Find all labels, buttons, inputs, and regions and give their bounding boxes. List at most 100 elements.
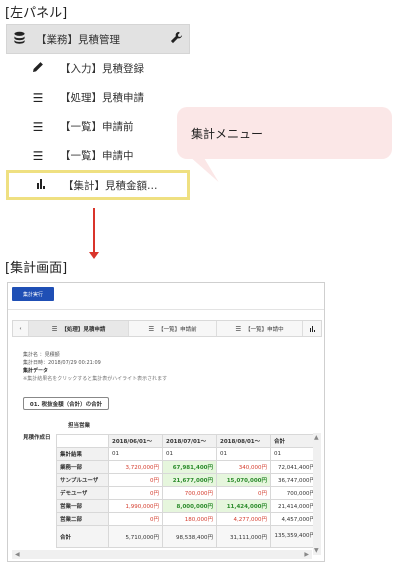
chevron-left-icon: ‹ bbox=[19, 325, 22, 332]
menu-item-label: 【集計】見積金額… bbox=[63, 179, 158, 192]
table-row: サンプルユーザ 0円 21,677,000円 15,070,000円 36,74… bbox=[56, 473, 319, 487]
toolbar-divider bbox=[8, 309, 324, 310]
tab-list-during[interactable]: ☰ 【一覧】申請中 bbox=[217, 321, 303, 336]
menu-item-input[interactable]: 【入力】見積登録 bbox=[6, 54, 190, 83]
table-cell[interactable]: 135,359,400円 bbox=[270, 525, 319, 548]
tab-label: 【一覧】申請中 bbox=[245, 326, 284, 333]
list-icon: ☰ bbox=[32, 119, 44, 134]
table-cell: 01 bbox=[108, 447, 163, 461]
scroll-right-icon[interactable]: ▶ bbox=[304, 551, 309, 558]
menu-item-label: 【一覧】申請前 bbox=[60, 121, 134, 133]
panel-header-label: 【業務】見積管理 bbox=[36, 33, 120, 46]
table-cell[interactable]: 5,710,000円 bbox=[108, 525, 163, 548]
table-cell[interactable]: 4,457,000円 bbox=[270, 512, 319, 526]
list-icon: ☰ bbox=[51, 324, 58, 333]
run-aggregation-button[interactable]: 集計実行 bbox=[12, 287, 54, 301]
summary-hint: ※集計結果名をクリックすると集計表がハイライト表示されます bbox=[23, 376, 168, 382]
summary-table: 2018/06/01〜 2018/07/01〜 2018/08/01〜 合計 集… bbox=[56, 434, 319, 548]
summary-name: 集計名 ：見積額 bbox=[23, 352, 60, 358]
table-cell[interactable]: 700,000円 bbox=[270, 486, 319, 500]
table-cell[interactable]: 0円 bbox=[108, 512, 163, 526]
table-cell: 01 bbox=[270, 447, 319, 461]
tab-list-before[interactable]: ☰ 【一覧】申請前 bbox=[129, 321, 217, 336]
table-cell[interactable]: 67,981,400円 bbox=[162, 460, 217, 474]
row-header[interactable]: デモユーザ bbox=[56, 486, 109, 500]
tab-summary[interactable] bbox=[303, 321, 321, 336]
list-icon: ☰ bbox=[32, 90, 44, 105]
menu-item-label: 【入力】見積登録 bbox=[60, 63, 144, 75]
summary-date: 集計日時：2018/07/29 00:21:09 bbox=[23, 360, 101, 366]
scroll-up-icon[interactable]: ▲ bbox=[314, 434, 319, 441]
table-cell[interactable]: 1,990,000円 bbox=[108, 499, 163, 513]
aggregate-result-button[interactable]: 01. 税抜金額（合計）の合計 bbox=[23, 397, 109, 410]
menu-item-list-before[interactable]: ☰ 【一覧】申請前 bbox=[6, 112, 190, 141]
department-axis-header: 担当営業 bbox=[68, 423, 91, 429]
table-cell[interactable]: 11,424,000円 bbox=[216, 499, 271, 513]
table-row: 営業二部 0円 180,000円 4,277,000円 4,457,000円 bbox=[56, 512, 319, 526]
table-cell[interactable]: 72,041,400円 bbox=[270, 460, 319, 474]
table-cell: 01 bbox=[216, 447, 271, 461]
menu-item-list-during[interactable]: ☰ 【一覧】申請中 bbox=[6, 141, 190, 170]
row-header: 集計結果 bbox=[56, 447, 109, 461]
bar-chart-icon bbox=[29, 178, 53, 192]
row-axis-label: 見積作成日 bbox=[23, 435, 51, 441]
pencil-icon bbox=[26, 61, 50, 76]
callout-bubble: 集計メニュー bbox=[177, 107, 392, 159]
table-header-row: 2018/06/01〜 2018/07/01〜 2018/08/01〜 合計 bbox=[56, 434, 319, 448]
column-header[interactable]: 2018/06/01〜 bbox=[108, 434, 163, 448]
table-cell[interactable]: 0円 bbox=[108, 486, 163, 500]
table-cell[interactable]: 8,000,000円 bbox=[162, 499, 217, 513]
table-cell[interactable]: 0円 bbox=[216, 486, 271, 500]
tab-bar: ‹ ☰ 【処理】見積申請 ☰ 【一覧】申請前 ☰ 【一覧】申請中 bbox=[12, 320, 322, 337]
table-row: 営業一部 1,990,000円 8,000,000円 11,424,000円 2… bbox=[56, 499, 319, 513]
panel-header[interactable]: 【業務】見積管理 bbox=[6, 24, 190, 54]
arrow-head bbox=[89, 252, 99, 259]
menu-item-label: 【処理】見積申請 bbox=[60, 92, 144, 104]
tab-label: 【一覧】申請前 bbox=[158, 326, 197, 333]
row-header[interactable]: 営業二部 bbox=[56, 512, 109, 526]
column-header[interactable]: 合計 bbox=[270, 434, 319, 448]
tab-label: 【処理】見積申請 bbox=[61, 326, 106, 333]
table-cell[interactable]: 0円 bbox=[108, 473, 163, 487]
corner-cell bbox=[56, 434, 109, 448]
table-cell[interactable]: 36,747,000円 bbox=[270, 473, 319, 487]
table-cell[interactable]: 15,070,000円 bbox=[216, 473, 271, 487]
horizontal-scrollbar[interactable]: ◀ ▶ bbox=[12, 550, 312, 559]
list-icon: ☰ bbox=[148, 324, 155, 333]
table-cell[interactable]: 31,111,000円 bbox=[216, 525, 271, 548]
row-header: 合計 bbox=[56, 525, 109, 548]
row-header[interactable]: 業務一部 bbox=[56, 460, 109, 474]
table-cell[interactable]: 3,720,000円 bbox=[108, 460, 163, 474]
summary-screen: 集計実行 ‹ ☰ 【処理】見積申請 ☰ 【一覧】申請前 ☰ 【一覧】申請中 集計名 ：… bbox=[7, 282, 325, 562]
table-total-row: 合計 5,710,000円 98,538,400円 31,111,000円 13… bbox=[56, 525, 319, 548]
menu-item-label: 【一覧】申請中 bbox=[60, 150, 134, 162]
menu-item-process[interactable]: ☰ 【処理】見積申請 bbox=[6, 83, 190, 112]
table-cell[interactable]: 340,000円 bbox=[216, 460, 271, 474]
vertical-scrollbar[interactable]: ▲ ▼ bbox=[313, 433, 321, 555]
tab-scroll-left[interactable]: ‹ bbox=[13, 321, 29, 336]
wrench-icon[interactable] bbox=[170, 31, 183, 47]
table-cell[interactable]: 21,677,000円 bbox=[162, 473, 217, 487]
summary-data-header: 集計データ bbox=[23, 368, 49, 374]
table-row: 業務一部 3,720,000円 67,981,400円 340,000円 72,… bbox=[56, 460, 319, 474]
table-cell[interactable]: 700,000円 bbox=[162, 486, 217, 500]
table-cell: 01 bbox=[162, 447, 217, 461]
table-cell[interactable]: 98,538,400円 bbox=[162, 525, 217, 548]
arrow-line bbox=[93, 208, 95, 254]
column-header[interactable]: 2018/07/01〜 bbox=[162, 434, 217, 448]
table-cell[interactable]: 4,277,000円 bbox=[216, 512, 271, 526]
table-cell[interactable]: 21,414,000円 bbox=[270, 499, 319, 513]
left-panel: 【業務】見積管理 【入力】見積登録 ☰ 【処理】見積申請 ☰ 【一覧】申請前 ☰… bbox=[6, 24, 190, 200]
table-row: デモユーザ 0円 700,000円 0円 700,000円 bbox=[56, 486, 319, 500]
row-header[interactable]: 営業一部 bbox=[56, 499, 109, 513]
scroll-down-icon[interactable]: ▼ bbox=[314, 547, 319, 554]
table-cell[interactable]: 180,000円 bbox=[162, 512, 217, 526]
menu-item-summary[interactable]: 【集計】見積金額… bbox=[6, 170, 190, 200]
tab-process-request[interactable]: ☰ 【処理】見積申請 bbox=[29, 321, 129, 336]
table-code-row: 集計結果 01 01 01 01 bbox=[56, 447, 319, 461]
column-header[interactable]: 2018/08/01〜 bbox=[216, 434, 271, 448]
row-header[interactable]: サンプルユーザ bbox=[56, 473, 109, 487]
scroll-left-icon[interactable]: ◀ bbox=[15, 551, 20, 558]
bar-chart-icon bbox=[309, 325, 315, 332]
summary-screen-caption: [集計画面] bbox=[5, 261, 68, 276]
